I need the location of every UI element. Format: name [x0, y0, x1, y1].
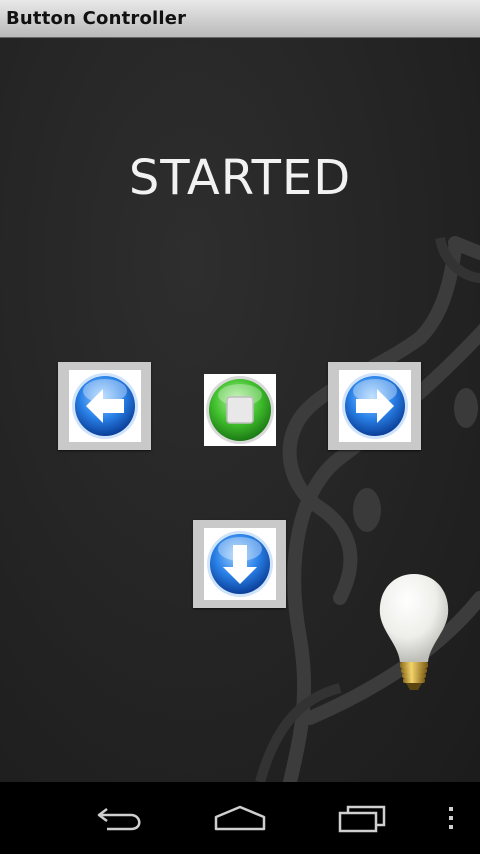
app-title: Button Controller — [6, 8, 187, 29]
right-button-face — [338, 370, 411, 442]
recent-apps-button[interactable] — [326, 798, 398, 838]
overflow-menu-icon — [449, 807, 453, 829]
down-button-face — [203, 528, 276, 600]
navigation-bar — [0, 782, 480, 854]
title-bar: Button Controller — [0, 0, 480, 38]
status-label: STARTED — [128, 150, 352, 206]
stop-button[interactable] — [204, 374, 276, 446]
right-button[interactable] — [328, 362, 421, 450]
left-button[interactable] — [58, 362, 151, 450]
overflow-menu-button[interactable] — [438, 798, 464, 838]
back-button[interactable] — [86, 798, 156, 838]
light-bulb-icon[interactable] — [374, 570, 454, 700]
home-icon — [214, 805, 266, 831]
right-arrow-icon — [341, 373, 408, 439]
stop-icon — [206, 376, 274, 444]
main-content: STARTED — [0, 38, 480, 782]
left-button-face — [68, 370, 141, 442]
recent-apps-icon — [338, 805, 386, 833]
back-icon — [97, 808, 141, 831]
down-arrow-icon — [206, 531, 273, 597]
left-arrow-icon — [71, 373, 138, 439]
home-button[interactable] — [204, 798, 276, 838]
down-button[interactable] — [193, 520, 286, 608]
screen: Button Controller STARTED — [0, 0, 480, 854]
